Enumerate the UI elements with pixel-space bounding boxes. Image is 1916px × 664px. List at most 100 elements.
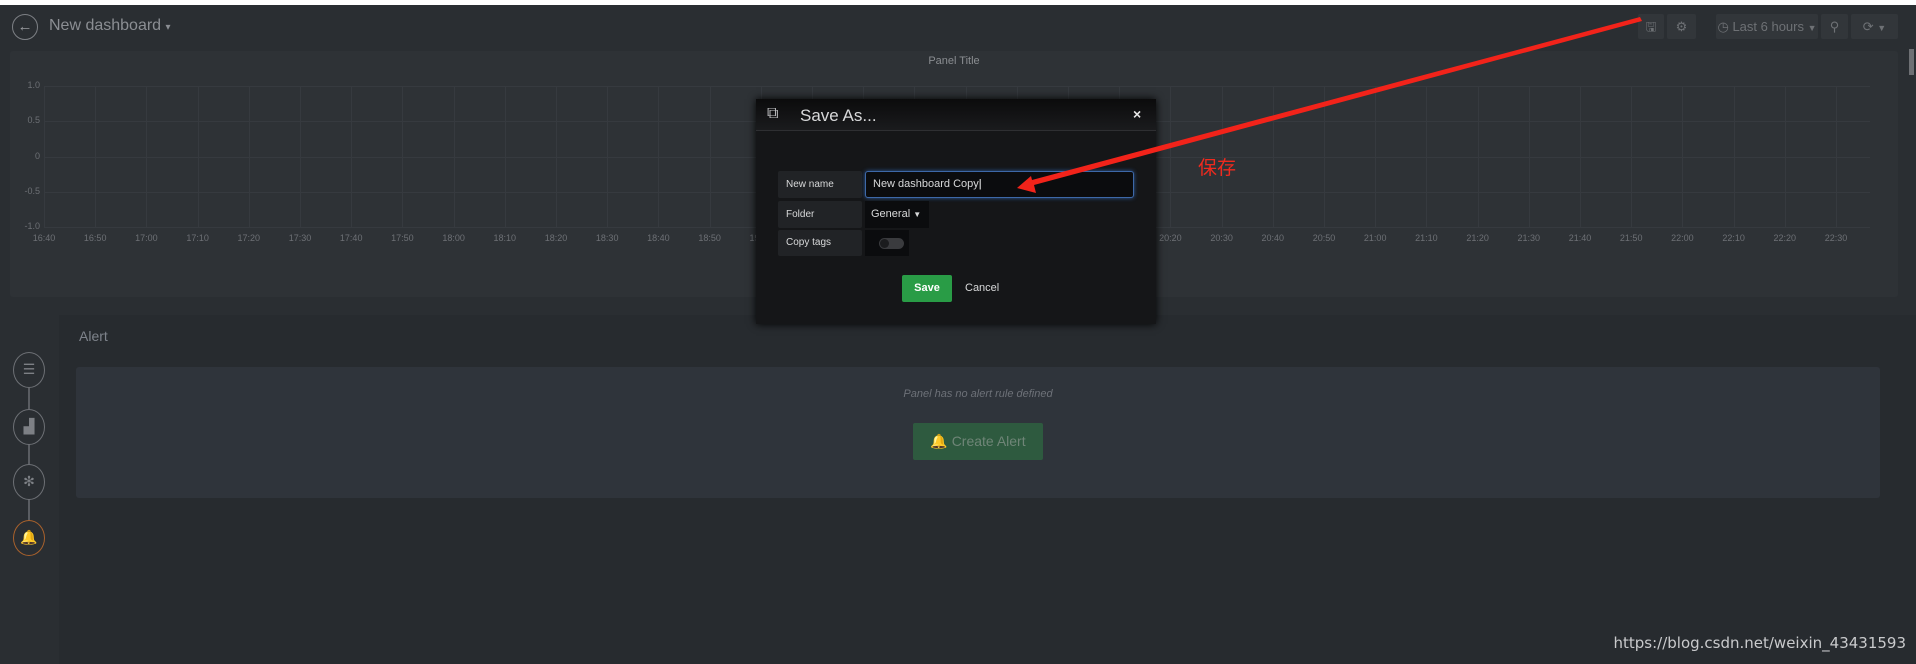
grid-line-vertical: [402, 86, 404, 227]
x-tick-label: 18:50: [698, 233, 721, 243]
x-tick-label: 17:50: [391, 233, 414, 243]
x-tick-label: 18:20: [544, 233, 568, 243]
grid-line-vertical: [709, 86, 711, 227]
grid-line-vertical: [504, 86, 506, 227]
x-tick-label: 21:40: [1568, 233, 1592, 243]
x-tick-label: 21:10: [1415, 233, 1438, 243]
x-tick-label: 22:30: [1824, 233, 1848, 243]
grid-line-vertical: [556, 86, 557, 227]
save-dashboard-button[interactable]: 🖫: [1638, 14, 1664, 39]
dialog-header: ⧉ Save As... ×: [756, 99, 1156, 131]
folder-select[interactable]: General ▼: [865, 201, 929, 228]
grid-line-vertical: [300, 86, 301, 227]
x-tick-label: 20:20: [1159, 233, 1182, 243]
x-tick-label: 17:30: [288, 233, 312, 243]
x-tick-label: 17:00: [135, 233, 158, 243]
step-queries[interactable]: ☰: [13, 352, 45, 388]
copy-tags-label: Copy tags: [778, 230, 862, 256]
y-tick-label: 0.5: [27, 115, 40, 126]
grid-line-vertical: [351, 86, 353, 227]
caret-down-icon: ▼: [913, 210, 922, 219]
y-tick-label: -0.5: [24, 185, 40, 196]
clock-icon: ◷: [1717, 19, 1729, 34]
new-name-input[interactable]: New dashboard Copy|: [865, 171, 1134, 198]
grid-line-vertical: [1528, 86, 1530, 227]
grid-line-vertical: [1682, 86, 1684, 227]
x-tick-label: 16:50: [83, 233, 107, 243]
grid-line-vertical: [95, 86, 97, 227]
grid-line-vertical: [1170, 86, 1172, 227]
grid-line-vertical: [1324, 86, 1325, 227]
x-tick-label: 21:50: [1619, 233, 1643, 243]
grid-line-vertical: [1784, 86, 1786, 227]
folder-label: Folder: [778, 201, 862, 228]
x-tick-label: 17:40: [339, 233, 363, 243]
alert-heading: Alert: [79, 328, 108, 344]
chart-area-icon: ▟: [23, 418, 35, 434]
chevron-down-icon: ▾: [165, 22, 171, 33]
database-icon: ☰: [22, 361, 36, 377]
close-button[interactable]: ×: [1133, 106, 1141, 122]
dashboard-title[interactable]: New dashboard ▾: [49, 17, 171, 35]
x-tick-label: 22:10: [1722, 233, 1745, 243]
grid-line-vertical: [1426, 86, 1428, 227]
copy-tags-cell: [865, 230, 909, 256]
create-alert-label: Create Alert: [951, 433, 1026, 449]
grid-line-vertical: [146, 86, 148, 227]
grid-line-vertical: [1580, 86, 1581, 227]
no-alert-text: Panel has no alert rule defined: [903, 388, 1053, 400]
copy-icon: ⧉: [767, 105, 779, 122]
x-tick-label: 22:20: [1773, 233, 1797, 243]
refresh-icon: ⟳: [1862, 19, 1874, 34]
x-tick-label: 21:20: [1466, 233, 1489, 243]
x-tick-label: 18:00: [442, 233, 465, 243]
scrollbar[interactable]: [1909, 49, 1914, 75]
x-tick-label: 17:10: [186, 233, 209, 243]
top-strip: [0, 0, 1916, 5]
grid-line-vertical: [658, 86, 660, 227]
watermark: https://blog.csdn.net/weixin_43431593: [1613, 634, 1906, 652]
grid-line-vertical: [1477, 86, 1479, 227]
y-tick-label: -1.0: [24, 221, 40, 231]
caret-down-icon: ▼: [1877, 23, 1887, 33]
settings-button[interactable]: ⚙: [1667, 14, 1696, 39]
x-tick-label: 17:20: [237, 233, 261, 243]
refresh-button[interactable]: ⟳ ▼: [1851, 14, 1898, 39]
create-alert-button[interactable]: 🔔 Create Alert: [913, 423, 1043, 460]
time-picker[interactable]: ◷ Last 6 hours ▼: [1716, 14, 1818, 39]
gear-icon: ⚙: [1675, 19, 1688, 34]
x-tick-label: 22:00: [1671, 233, 1694, 243]
grid-line-vertical: [248, 86, 250, 227]
new-name-value: New dashboard Copy: [873, 178, 979, 190]
x-tick-label: 20:30: [1210, 233, 1233, 243]
copy-tags-toggle[interactable]: [879, 238, 904, 249]
new-name-label: New name: [778, 171, 862, 198]
zoom-out-button[interactable]: ⚲: [1821, 14, 1848, 39]
x-tick-label: 20:50: [1312, 233, 1336, 243]
y-tick-label: 0: [34, 150, 40, 161]
step-visualization[interactable]: ▟: [13, 409, 45, 445]
x-tick-label: 16:40: [32, 233, 56, 243]
dialog-title: Save As...: [800, 106, 877, 125]
grid-line-vertical: [1272, 86, 1274, 227]
x-tick-label: 18:30: [595, 233, 619, 243]
grid-line-vertical: [197, 86, 199, 227]
caret-down-icon: ▼: [1807, 23, 1817, 33]
step-general[interactable]: ✻: [13, 464, 45, 500]
grid-line-horizontal: [44, 86, 1870, 87]
grid-line-vertical: [1733, 86, 1735, 227]
back-button[interactable]: ←: [12, 14, 38, 40]
cancel-button[interactable]: Cancel: [965, 275, 999, 302]
save-button[interactable]: Save: [902, 275, 952, 302]
save-as-dialog: ⧉ Save As... × New name New dashboard Co…: [756, 99, 1156, 324]
grid-line-vertical: [1375, 86, 1377, 227]
annotation-text: 保存: [1198, 158, 1237, 179]
alert-box: Panel has no alert rule defined 🔔 Create…: [76, 367, 1880, 498]
step-alert[interactable]: 🔔: [13, 520, 45, 556]
bell-icon: 🔔: [930, 433, 948, 449]
time-range-label: Last 6 hours: [1732, 19, 1804, 34]
bell-icon: 🔔: [20, 529, 38, 545]
zoom-out-icon: ⚲: [1829, 19, 1840, 34]
save-icon: 🖫: [1645, 19, 1657, 34]
dashboard-title-text: New dashboard: [49, 17, 162, 34]
